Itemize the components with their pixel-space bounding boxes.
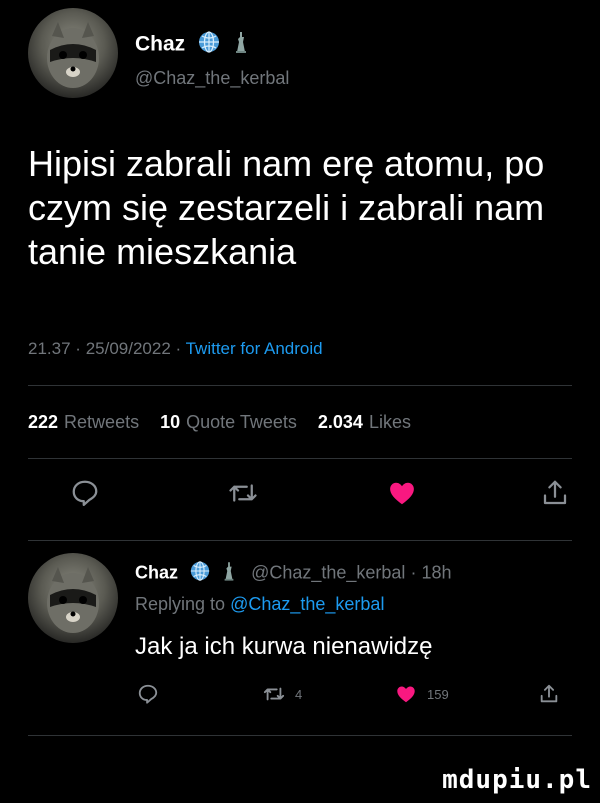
retweets-label: Retweets: [64, 412, 140, 432]
retweets-count: 222: [28, 412, 59, 432]
tweet-text: Hipisi zabrali nam erę atomu, po czym si…: [28, 143, 545, 272]
tweet-meta: 21.37 · 25/09/2022 · Twitter for Android: [28, 339, 323, 359]
likes-count: 2.034: [317, 412, 363, 432]
divider: [28, 735, 572, 736]
replying-to-handle[interactable]: @Chaz_the_kerbal: [230, 594, 384, 614]
reply-author-handle[interactable]: @Chaz_the_kerbal: [251, 562, 405, 582]
replying-to-line: Replying to @Chaz_the_kerbal: [135, 594, 384, 615]
share-icon: [540, 478, 570, 508]
quotes-label: Quote Tweets: [186, 412, 297, 432]
reply-share-button[interactable]: [538, 683, 560, 705]
like-button[interactable]: [387, 478, 417, 508]
reply-button[interactable]: [70, 478, 100, 508]
heart-icon: [395, 683, 417, 705]
tweet-time[interactable]: 21.37: [28, 339, 71, 358]
retweets-stat[interactable]: 222 Retweets: [28, 412, 139, 432]
tweet-source[interactable]: Twitter for Android: [186, 339, 323, 358]
divider: [28, 458, 572, 459]
divider: [28, 385, 572, 386]
likes-label: Likes: [368, 412, 411, 432]
reply-text: Jak ja ich kurwa nienawidzę: [135, 633, 433, 660]
statue-of-liberty-icon: [233, 30, 249, 60]
share-button[interactable]: [540, 478, 570, 508]
tweet-date[interactable]: 25/09/2022: [86, 339, 171, 358]
author-name-text[interactable]: Chaz: [135, 33, 185, 56]
replying-prefix: Replying to: [135, 594, 226, 614]
quotes-count: 10: [160, 412, 181, 432]
statue-of-liberty-icon: [222, 560, 236, 587]
quotes-stat[interactable]: 10 Quote Tweets: [160, 412, 297, 432]
author-name[interactable]: Chaz: [135, 30, 249, 60]
author-handle[interactable]: @Chaz_the_kerbal: [135, 68, 289, 89]
heart-icon: [387, 478, 417, 508]
meta-separator: ·: [410, 562, 417, 583]
reply-header: Chaz @Chaz_the_kerbal · 18h: [135, 560, 452, 587]
retweet-button[interactable]: [228, 478, 258, 508]
retweet-icon: [228, 478, 258, 508]
globe-icon: [189, 560, 211, 587]
reply-like-count: 159: [427, 686, 449, 702]
reply-reply-button[interactable]: [137, 683, 159, 705]
likes-stat[interactable]: 2.034 Likes: [318, 412, 411, 432]
meta-separator: ·: [75, 339, 81, 358]
reply-age[interactable]: 18h: [421, 562, 451, 582]
reply-author-name[interactable]: Chaz: [135, 562, 178, 582]
globe-icon: [197, 30, 221, 60]
reply-icon: [137, 683, 159, 705]
divider: [28, 540, 572, 541]
reply-icon: [70, 478, 100, 508]
reply-retweet-count: 4: [295, 686, 303, 702]
share-icon: [538, 683, 560, 705]
watermark: mdupiu.pl: [442, 765, 592, 795]
meta-separator: ·: [175, 339, 182, 358]
reply-author-avatar[interactable]: [28, 553, 118, 643]
author-avatar[interactable]: [28, 8, 118, 98]
retweet-icon: [263, 683, 285, 705]
reply-like-button[interactable]: 159: [395, 683, 449, 705]
reply-retweet-button[interactable]: 4: [263, 683, 302, 705]
tweet-stats: 222 Retweets 10 Quote Tweets 2.034 Likes: [28, 412, 427, 433]
